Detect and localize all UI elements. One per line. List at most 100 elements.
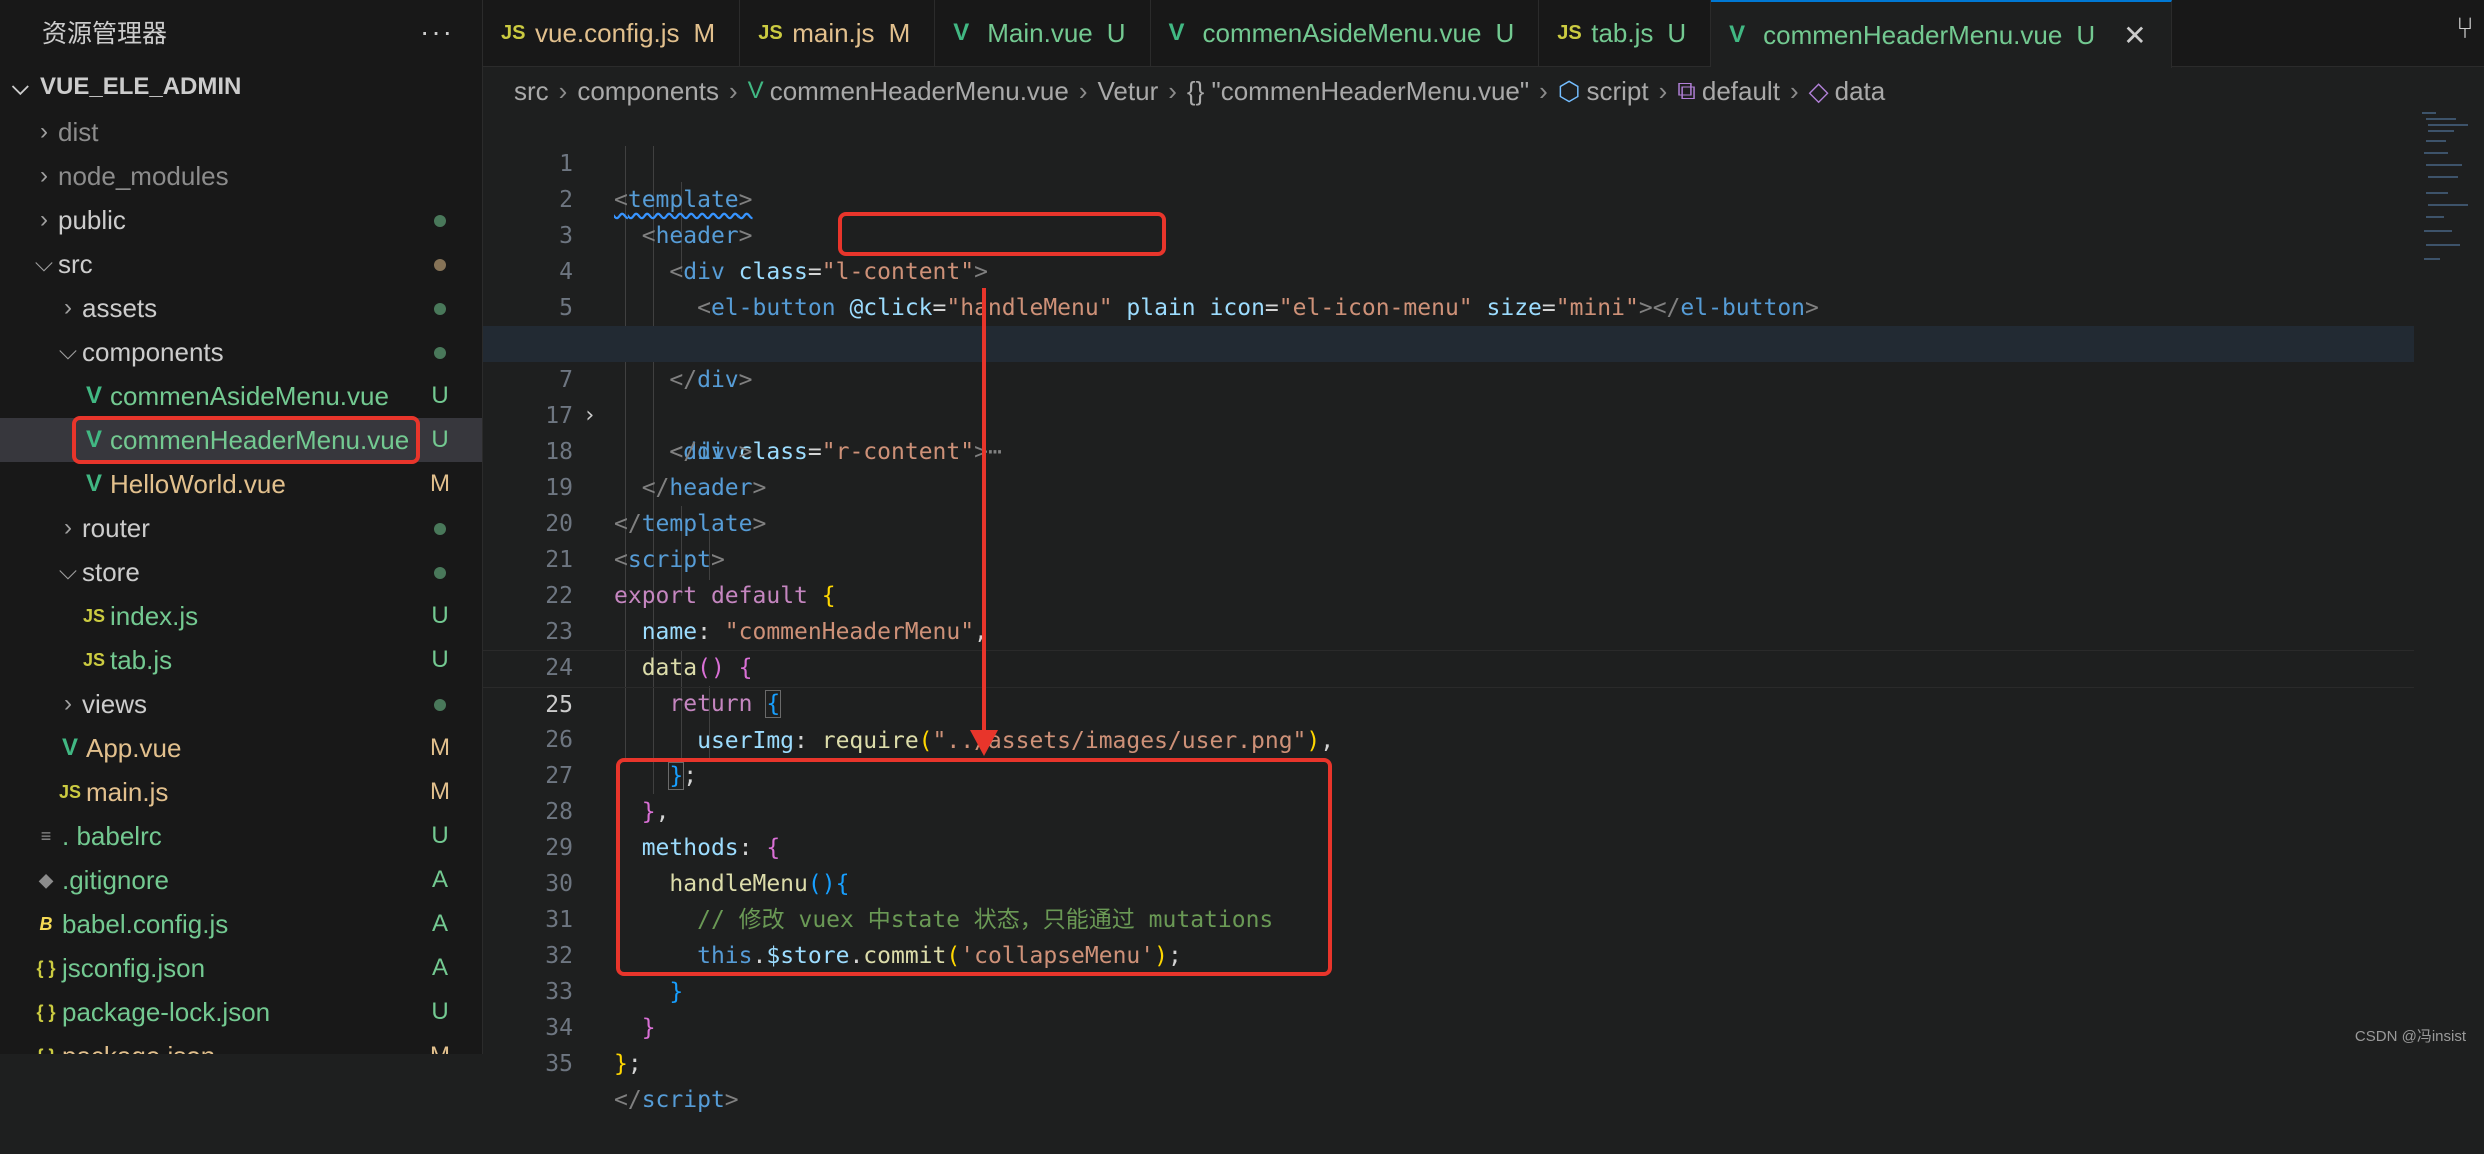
- tree-file[interactable]: { } jsconfig.json A: [0, 946, 482, 990]
- chevron-right-icon[interactable]: ›: [30, 206, 58, 234]
- tree-file[interactable]: JS main.js M: [0, 770, 482, 814]
- chevron-right-icon[interactable]: ›: [54, 690, 82, 718]
- status-dot-icon: [434, 523, 446, 535]
- minimap[interactable]: [2422, 112, 2468, 312]
- chevron-right-icon[interactable]: ›: [30, 162, 58, 190]
- tree-file[interactable]: JS tab.js U: [0, 638, 482, 682]
- tree-item-label: public: [58, 204, 126, 235]
- close-icon[interactable]: ✕: [2123, 19, 2146, 52]
- git-icon: ◆: [39, 869, 53, 890]
- tree-file[interactable]: ≡ . babelrc U: [0, 814, 482, 858]
- tree-item-label: components: [82, 336, 224, 367]
- tab-status: M: [693, 17, 716, 48]
- git-status-badge: A: [431, 866, 448, 893]
- more-actions-icon[interactable]: ···: [420, 16, 454, 48]
- code-line: 18 </header>: [483, 398, 2414, 501]
- tree-item-label: tab.js: [110, 644, 173, 675]
- tab-tab-js[interactable]: JS tab.js U: [1539, 0, 1712, 66]
- code-line: 24 return {: [483, 614, 2414, 718]
- tab-label: main.js: [792, 17, 875, 48]
- tree-file[interactable]: V App.vue M: [0, 726, 482, 770]
- breadcrumb-block[interactable]: {} "commenHeaderMenu.vue": [1187, 76, 1529, 107]
- tree-folder[interactable]: › public: [0, 198, 482, 242]
- chevron-down-icon[interactable]: ⌵: [54, 558, 82, 586]
- breadcrumb-components[interactable]: components: [577, 76, 719, 107]
- tree-file[interactable]: JS index.js U: [0, 594, 482, 638]
- code-line: 21 export default {: [483, 506, 2414, 609]
- tree-file[interactable]: Bbabel.config.js A: [0, 902, 482, 946]
- tree-folder[interactable]: › router: [0, 506, 482, 550]
- tree-folder[interactable]: › dist: [0, 110, 482, 154]
- status-dot-icon: [434, 259, 446, 271]
- tree-file[interactable]: ◆ .gitignore A: [0, 858, 482, 902]
- chevron-right-icon: ›: [558, 75, 568, 106]
- tree-item-label: . babelrc: [62, 820, 162, 851]
- code-line: 22 name: "commenHeaderMenu",: [483, 542, 2414, 645]
- tree-folder[interactable]: ⌵ store: [0, 550, 482, 594]
- tree-item-label: .gitignore: [62, 864, 169, 895]
- status-dot-icon: [434, 215, 446, 227]
- git-status-badge: U: [431, 426, 449, 453]
- tree-folder[interactable]: › views: [0, 682, 482, 726]
- json-file-icon: { }: [30, 1046, 62, 1055]
- tree-item-label: dist: [58, 116, 99, 147]
- breadcrumb-script[interactable]: script: [1586, 76, 1648, 107]
- highlight-box-click-handler: [838, 212, 1166, 256]
- tree-folder[interactable]: ⌵ src: [0, 242, 482, 286]
- babel-icon: B: [39, 913, 53, 934]
- tree-folder[interactable]: › assets: [0, 286, 482, 330]
- vue-file-icon: V: [85, 470, 102, 497]
- line-number: 35: [545, 1051, 573, 1077]
- code-text: };: [614, 1051, 642, 1077]
- json-file-icon: { }: [36, 1001, 56, 1022]
- chevron-right-icon: ›: [1658, 75, 1668, 106]
- vue-file-icon: V: [1729, 21, 1746, 48]
- tree-file[interactable]: V HelloWorld.vue M: [0, 462, 482, 506]
- chevron-right-icon: ›: [729, 75, 738, 106]
- code-line: 17 </div>: [483, 362, 2414, 465]
- tab-status: U: [2076, 19, 2096, 50]
- chevron-right-icon[interactable]: ›: [30, 118, 58, 146]
- explorer-root-folder[interactable]: ⌵ VUE_ELE_ADMIN: [0, 64, 482, 110]
- tree-folder[interactable]: ⌵ components: [0, 330, 482, 374]
- breadcrumb-default[interactable]: default: [1702, 76, 1780, 107]
- breadcrumb-data[interactable]: data: [1835, 76, 1886, 107]
- source-control-icon[interactable]: ⑂: [2456, 12, 2474, 46]
- tree-item-label: node_modules: [58, 160, 229, 191]
- tab-commen-header-menu-vue[interactable]: V commenHeaderMenu.vue U ✕: [1711, 0, 2172, 68]
- tree-item-label: main.js: [86, 776, 169, 807]
- tree-item-label: commenAsideMenu.vue: [110, 380, 389, 411]
- tree-item-label: src: [58, 248, 93, 279]
- chevron-right-icon[interactable]: ›: [54, 294, 82, 322]
- tree-file[interactable]: { } package-lock.json U: [0, 990, 482, 1034]
- status-dot: [430, 514, 450, 542]
- tree-folder[interactable]: › node_modules: [0, 154, 482, 198]
- vue-file-icon: V: [61, 734, 78, 761]
- breadcrumb-src[interactable]: src: [514, 76, 549, 107]
- tab-vue-config-js[interactable]: JS vue.config.js M: [483, 0, 741, 66]
- chevron-down-icon[interactable]: ⌵: [30, 250, 58, 278]
- tab-main-vue[interactable]: V Main.vue U: [935, 0, 1151, 66]
- git-status-badge: M: [430, 778, 450, 805]
- tab-commen-aside-menu-vue[interactable]: V commenAsideMenu.vue U: [1151, 0, 1540, 66]
- chevron-down-icon[interactable]: ⌵: [54, 338, 82, 366]
- json-file-icon: { }: [36, 957, 56, 978]
- tree-file[interactable]: { }package.json M: [0, 1034, 482, 1055]
- tab-main-js[interactable]: JS main.js M: [740, 0, 936, 66]
- chevron-down-icon[interactable]: ⌵: [12, 74, 40, 100]
- tab-label: commenAsideMenu.vue: [1202, 17, 1482, 48]
- status-dot: [430, 338, 450, 366]
- js-file-icon: JS: [58, 781, 82, 802]
- chevron-right-icon: ›: [1789, 75, 1799, 106]
- code-line: 35 </script>: [483, 1010, 2414, 1113]
- git-status-badge: A: [431, 910, 448, 937]
- breadcrumb-file[interactable]: commenHeaderMenu.vue: [770, 76, 1069, 107]
- code-line: 7 › <div class="r-content">⋯: [483, 326, 2414, 465]
- breadcrumb-vetur[interactable]: Vetur: [1098, 76, 1159, 107]
- tab-label: Main.vue: [987, 17, 1093, 48]
- tab-status: U: [1106, 17, 1126, 48]
- chevron-right-icon[interactable]: ›: [54, 514, 82, 542]
- tree-item-label: jsconfig.json: [62, 952, 206, 983]
- tree-file[interactable]: VcommenAsideMenu.vue U: [0, 374, 482, 418]
- variable-icon: ⧉: [1677, 75, 1696, 105]
